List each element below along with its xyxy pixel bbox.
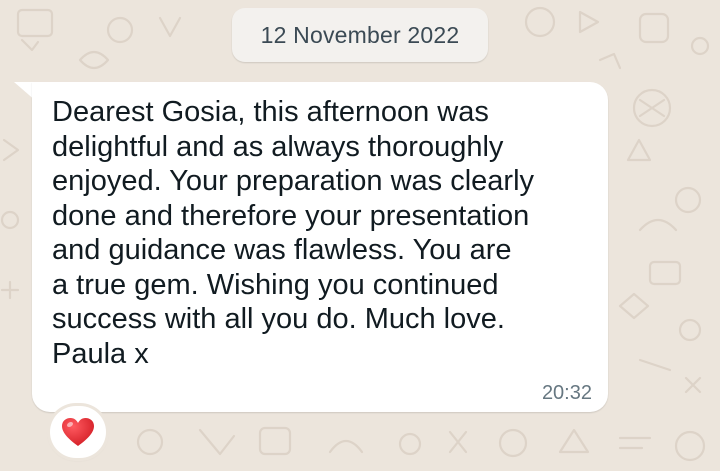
message-text: Dearest Gosia, this afternoon was deligh… <box>52 96 535 370</box>
message-timestamp: 20:32 <box>541 382 592 404</box>
message-reaction[interactable] <box>50 406 106 458</box>
date-separator: 12 November 2022 <box>232 8 488 62</box>
red-heart-icon <box>62 418 94 446</box>
date-separator-label: 12 November 2022 <box>260 21 460 48</box>
incoming-message-bubble[interactable]: Dearest Gosia, this afternoon was deligh… <box>32 82 608 412</box>
